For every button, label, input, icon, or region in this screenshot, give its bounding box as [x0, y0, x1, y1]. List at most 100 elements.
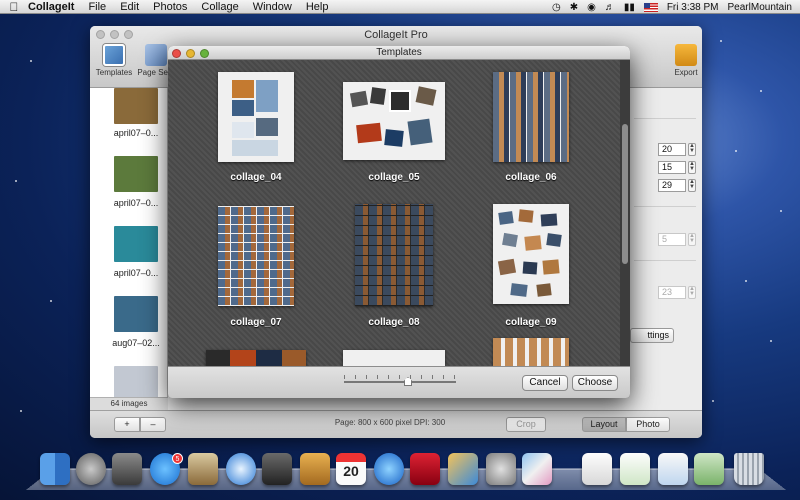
templates-grid[interactable]: collage_04 collage_05 collage_06 collage…	[168, 60, 620, 366]
system-preferences-icon[interactable]	[486, 453, 516, 485]
mail-icon[interactable]	[188, 453, 218, 485]
setting-stepper-2[interactable]: ▲ ▼	[688, 161, 696, 174]
finder-icon[interactable]	[40, 453, 70, 485]
setting-field-5[interactable]: 23	[658, 286, 686, 299]
safari-icon[interactable]	[226, 453, 256, 485]
main-bottom-bar: + – Page: 800 x 600 pixel DPI: 300 Crop …	[90, 410, 702, 438]
template-label: collage_05	[368, 172, 420, 183]
template-collage-10[interactable]	[206, 350, 306, 366]
app-store-badge: 5	[172, 453, 183, 464]
templates-scrollbar-thumb[interactable]	[622, 124, 628, 264]
photo-booth-icon[interactable]	[112, 453, 142, 485]
menubar-clock[interactable]: Fri 3:38 PM	[667, 2, 719, 13]
photo-tab[interactable]: Photo	[626, 417, 670, 432]
timemachine-icon[interactable]: ◷	[552, 2, 561, 13]
itunes-icon[interactable]	[374, 453, 404, 485]
template-size-slider[interactable]	[344, 381, 456, 383]
export-toolbar-button[interactable]: Export	[666, 44, 702, 77]
apple-icon[interactable]: 	[0, 0, 28, 14]
setting-stepper-5[interactable]: ▲ ▼	[688, 286, 696, 299]
templates-titlebar: Templates	[168, 46, 630, 60]
templates-bottom-bar: Cancel Choose	[168, 366, 630, 398]
image-thumbnail[interactable]	[114, 226, 158, 262]
photo-stack-icon[interactable]	[694, 453, 724, 485]
calendar-icon[interactable]: 20	[336, 453, 366, 485]
setting-stepper-1[interactable]: ▲ ▼	[688, 143, 696, 156]
image-list-sidebar[interactable]: april07–0... april07–0... april07–0... a…	[90, 88, 168, 410]
slider-ticks	[344, 375, 456, 379]
image-thumbnail[interactable]	[114, 296, 158, 332]
menu-file[interactable]: File	[88, 1, 106, 13]
setting-field-1[interactable]: 20	[658, 143, 686, 156]
volume-icon[interactable]: ♬	[605, 2, 615, 13]
photo-slideshow-icon[interactable]	[410, 453, 440, 485]
cancel-button[interactable]: Cancel	[522, 375, 568, 391]
menu-app-name[interactable]: CollageIt	[28, 1, 74, 13]
page-info: Page: 800 x 600 pixel DPI: 300	[334, 418, 446, 427]
input-source-flag-icon[interactable]	[643, 2, 658, 12]
image-thumbnail[interactable]	[114, 156, 158, 192]
battery-icon[interactable]: ▮▮	[624, 2, 635, 13]
settings-panel: 20 ▲ ▼ 15 ▲ ▼ 29 ▲ ▼ 5 ▲ ▼ 23 ▲ ▼ ttings	[630, 88, 702, 410]
documents-icon[interactable]	[582, 453, 612, 485]
menubar-user[interactable]: PearlMountain	[728, 2, 792, 13]
settings-button[interactable]: ttings	[630, 328, 674, 343]
setting-field-4[interactable]: 5	[658, 233, 686, 246]
template-collage-05[interactable]	[343, 82, 445, 160]
setting-stepper-4[interactable]: ▲ ▼	[688, 233, 696, 246]
menu-window[interactable]: Window	[253, 1, 292, 13]
menu-collage[interactable]: Collage	[201, 1, 238, 13]
zoom-icon[interactable]	[200, 49, 209, 58]
preview-icon[interactable]	[620, 453, 650, 485]
templates-toolbar-label: Templates	[95, 68, 133, 77]
wifi-icon[interactable]: ◉	[587, 2, 596, 13]
menu-help[interactable]: Help	[306, 1, 329, 13]
template-collage-04[interactable]	[218, 72, 294, 162]
facetime-icon[interactable]	[262, 453, 292, 485]
close-icon[interactable]	[172, 49, 181, 58]
star	[735, 150, 737, 152]
address-book-icon[interactable]	[300, 453, 330, 485]
choose-button[interactable]: Choose	[572, 375, 618, 391]
menu-photos[interactable]: Photos	[153, 1, 187, 13]
star	[780, 210, 782, 212]
star	[745, 280, 747, 282]
templates-title: Templates	[376, 47, 422, 58]
template-collage-06[interactable]	[493, 72, 569, 162]
template-collage-12[interactable]	[493, 338, 569, 366]
export-toolbar-label: Export	[674, 68, 698, 77]
template-collage-09[interactable]	[493, 204, 569, 304]
star	[50, 300, 52, 302]
templates-toolbar-button[interactable]: Templates	[94, 44, 134, 77]
trash-icon[interactable]	[734, 453, 764, 485]
setting-stepper-3[interactable]: ▲ ▼	[688, 179, 696, 192]
template-collage-08[interactable]	[355, 204, 433, 306]
template-collage-11[interactable]	[343, 350, 445, 366]
setting-field-2[interactable]: 15	[658, 161, 686, 174]
minimize-icon[interactable]	[186, 49, 195, 58]
menubar:  CollageIt File Edit Photos Collage Win…	[0, 0, 800, 14]
collageit-icon[interactable]	[522, 453, 552, 485]
star	[15, 180, 17, 182]
menubar-status-area: ◷ ✱ ◉ ♬ ▮▮ Fri 3:38 PM PearlMountain	[552, 0, 792, 14]
template-collage-07[interactable]	[218, 206, 294, 306]
image-count: 64 images	[90, 397, 168, 410]
template-label: collage_04	[230, 172, 282, 183]
launchpad-icon[interactable]	[76, 453, 106, 485]
mail-photo-icon[interactable]	[658, 453, 688, 485]
setting-field-3[interactable]: 29	[658, 179, 686, 192]
panel-divider	[634, 118, 696, 119]
star	[30, 60, 32, 62]
layout-tab[interactable]: Layout	[582, 417, 626, 432]
panel-divider	[634, 206, 696, 207]
templates-scrollbar[interactable]	[620, 60, 630, 366]
add-image-button[interactable]: +	[114, 417, 140, 432]
iphoto-icon[interactable]	[448, 453, 478, 485]
bluetooth-icon[interactable]: ✱	[570, 2, 578, 13]
remove-image-button[interactable]: –	[140, 417, 166, 432]
crop-button[interactable]: Crop	[506, 417, 546, 432]
templates-dialog: Templates collage_04 collage_05 collage_…	[168, 46, 630, 398]
star	[712, 400, 714, 402]
menu-edit[interactable]: Edit	[120, 1, 139, 13]
image-thumbnail[interactable]	[114, 88, 158, 124]
